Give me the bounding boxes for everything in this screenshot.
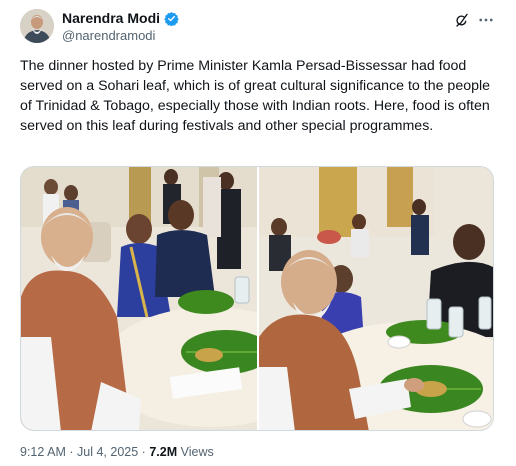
media-grid <box>20 166 494 431</box>
author-name-row: Narendra Modi <box>62 10 179 26</box>
more-options-button[interactable] <box>476 10 496 30</box>
meta-separator: · <box>69 445 74 459</box>
author-handle[interactable]: @narendramodi <box>62 28 155 43</box>
tweet-time[interactable]: 9:12 AM <box>20 445 66 459</box>
grok-icon <box>456 13 468 27</box>
avatar-image <box>20 9 54 43</box>
verified-badge-icon <box>164 11 179 26</box>
tweet-meta: 9:12 AM · Jul 4, 2025 · 7.2M Views <box>20 445 214 459</box>
views-label: Views <box>180 445 214 459</box>
photo-1-image <box>21 167 257 430</box>
tweet-date[interactable]: Jul 4, 2025 <box>77 445 138 459</box>
tweet-text: The dinner hosted by Prime Minister Kaml… <box>20 58 491 134</box>
tweet-card: Narendra Modi @narendramodi The dinner h… <box>0 0 516 466</box>
author-display-name[interactable]: Narendra Modi <box>62 10 160 26</box>
grok-button[interactable] <box>452 10 472 30</box>
photo-2-image <box>259 167 493 430</box>
more-options-icon <box>479 18 493 22</box>
avatar[interactable] <box>20 9 54 43</box>
meta-separator-2: · <box>141 445 146 459</box>
tweet-photo-2[interactable] <box>259 167 493 430</box>
tweet-photo-1[interactable] <box>21 167 257 430</box>
views-count[interactable]: 7.2M <box>149 445 177 459</box>
